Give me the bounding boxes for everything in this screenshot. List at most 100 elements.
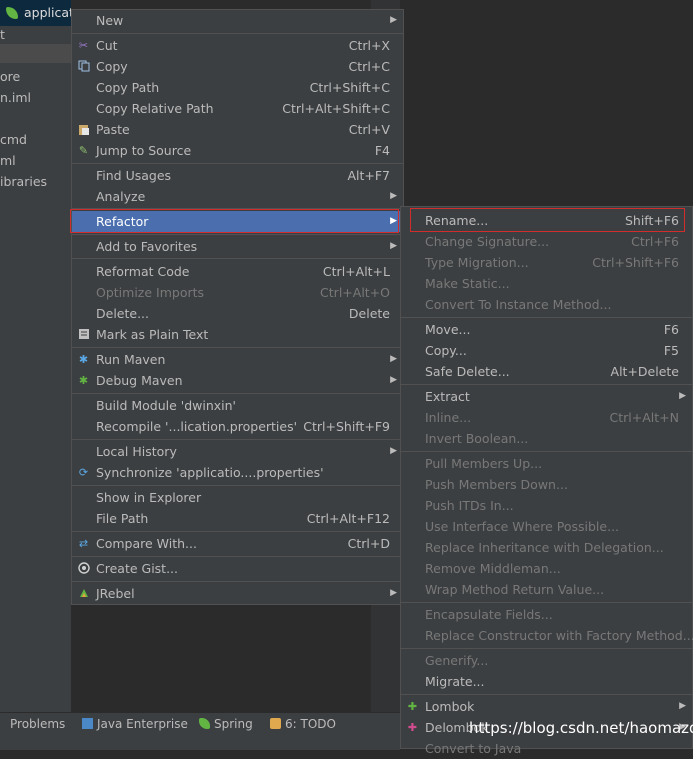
menu-item-mark-as-plain-text[interactable]: Mark as Plain Text: [72, 324, 403, 345]
menu-item-create-gist[interactable]: Create Gist...: [72, 558, 403, 579]
menu-item-remove-middleman[interactable]: Remove Middleman...: [401, 558, 692, 579]
menu-item-find-usages[interactable]: Find Usages Alt+F7: [72, 165, 403, 186]
edit-icon: ✎: [78, 144, 89, 157]
menu-item-shortcut: Ctrl+D: [347, 536, 390, 551]
menu-item-copy-path[interactable]: Copy Path Ctrl+Shift+C: [72, 77, 403, 98]
menu-item-label: Analyze: [96, 189, 146, 204]
menu-item-copy[interactable]: Copy Ctrl+C: [72, 56, 403, 77]
menu-item-label: Migrate...: [425, 674, 485, 689]
menu-item-file-path[interactable]: File Path Ctrl+Alt+F12: [72, 508, 403, 529]
menu-item-label: Use Interface Where Possible...: [425, 519, 620, 534]
menu-separator: [401, 451, 692, 452]
tree-item[interactable]: t: [0, 27, 5, 42]
menu-item-type-migration[interactable]: Type Migration... Ctrl+Shift+F6: [401, 252, 692, 273]
spring-label: Spring: [214, 717, 253, 731]
lombok-icon: ✚: [407, 700, 418, 713]
menu-item-make-static[interactable]: Make Static...: [401, 273, 692, 294]
todo-tab[interactable]: 6: TODO: [270, 717, 336, 731]
submenu-arrow-icon: ▶: [679, 701, 686, 711]
menu-item-label: Compare With...: [96, 536, 197, 551]
menu-separator: [72, 258, 403, 259]
menu-item-generify[interactable]: Generify...: [401, 650, 692, 671]
menu-item-label: Wrap Method Return Value...: [425, 582, 605, 597]
todo-label: 6: TODO: [285, 717, 336, 731]
menu-item-label: Encapsulate Fields...: [425, 607, 553, 622]
menu-item-label: Create Gist...: [96, 561, 179, 576]
menu-item-analyze[interactable]: Analyze ▶: [72, 186, 403, 207]
menu-item-pull-members-up[interactable]: Pull Members Up...: [401, 453, 692, 474]
menu-item-copy-refactor[interactable]: Copy... F5: [401, 340, 692, 361]
menu-item-label: Extract: [425, 389, 470, 404]
tree-item[interactable]: ibraries: [0, 174, 47, 189]
menu-item-shortcut: Ctrl+Alt+F12: [306, 511, 390, 526]
menu-item-run-maven[interactable]: ✱ Run Maven ▶: [72, 349, 403, 370]
watermark-text: https://blog.csdn.net/haomazdi: [469, 719, 693, 737]
menu-item-replace-constructor[interactable]: Replace Constructor with Factory Method.…: [401, 625, 693, 646]
menu-separator: [72, 581, 403, 582]
menu-item-local-history[interactable]: Local History ▶: [72, 441, 403, 462]
menu-item-label: Convert To Instance Method...: [425, 297, 612, 312]
menu-item-replace-inheritance[interactable]: Replace Inheritance with Delegation...: [401, 537, 692, 558]
menu-item-delete[interactable]: Delete... Delete: [72, 303, 403, 324]
menu-item-rename[interactable]: Rename... Shift+F6: [401, 210, 692, 231]
menu-item-label: Find Usages: [96, 168, 172, 183]
menu-item-shortcut: Shift+F6: [624, 213, 679, 228]
menu-item-build-module[interactable]: Build Module 'dwinxin': [72, 395, 403, 416]
menu-item-compare-with[interactable]: ⇄ Compare With... Ctrl+D: [72, 533, 403, 554]
java-enterprise-tab[interactable]: Java Enterprise: [82, 717, 188, 731]
selected-tree-row[interactable]: [0, 44, 71, 63]
menu-item-debug-maven[interactable]: ✱ Debug Maven ▶: [72, 370, 403, 391]
menu-item-move[interactable]: Move... F6: [401, 319, 692, 340]
menu-item-lombok[interactable]: ✚ Lombok ▶: [401, 696, 692, 717]
submenu-arrow-icon: ▶: [390, 216, 397, 226]
github-icon: [77, 562, 90, 575]
menu-item-shortcut: Ctrl+Alt+N: [609, 410, 679, 425]
sync-icon: ⟳: [78, 466, 89, 479]
menu-item-change-signature[interactable]: Change Signature... Ctrl+F6: [401, 231, 692, 252]
menu-item-convert-to-instance-method[interactable]: Convert To Instance Method...: [401, 294, 692, 315]
menu-separator: [401, 317, 692, 318]
project-header[interactable]: applicati: [0, 0, 71, 26]
menu-item-label: Remove Middleman...: [425, 561, 561, 576]
menu-item-reformat-code[interactable]: Reformat Code Ctrl+Alt+L: [72, 261, 403, 282]
menu-item-jump-to-source[interactable]: ✎ Jump to Source F4: [72, 140, 403, 161]
tree-item[interactable]: cmd: [0, 132, 27, 147]
menu-item-cut[interactable]: ✂ Cut Ctrl+X: [72, 35, 403, 56]
compare-icon: ⇄: [78, 537, 89, 550]
menu-item-label: New: [96, 13, 124, 28]
menu-item-show-in-explorer[interactable]: Show in Explorer: [72, 487, 403, 508]
menu-item-label: Replace Inheritance with Delegation...: [425, 540, 664, 555]
menu-item-paste[interactable]: Paste Ctrl+V: [72, 119, 403, 140]
menu-item-label: Recompile '...lication.properties': [96, 419, 298, 434]
menu-separator: [72, 393, 403, 394]
menu-item-jrebel[interactable]: JRebel ▶: [72, 583, 403, 604]
menu-item-extract[interactable]: Extract ▶: [401, 386, 692, 407]
tree-item[interactable]: ore: [0, 69, 20, 84]
menu-item-copy-relative-path[interactable]: Copy Relative Path Ctrl+Alt+Shift+C: [72, 98, 403, 119]
menu-item-new[interactable]: New ▶: [72, 10, 403, 31]
menu-item-synchronize[interactable]: ⟳ Synchronize 'applicatio....properties': [72, 462, 403, 483]
problems-tab[interactable]: Problems: [0, 717, 65, 731]
menu-item-push-members-down[interactable]: Push Members Down...: [401, 474, 692, 495]
paste-icon: [77, 123, 90, 136]
menu-item-optimize-imports[interactable]: Optimize Imports Ctrl+Alt+O: [72, 282, 403, 303]
menu-item-shortcut: Ctrl+F6: [631, 234, 679, 249]
menu-item-add-to-favorites[interactable]: Add to Favorites ▶: [72, 236, 403, 257]
menu-item-push-itds-in[interactable]: Push ITDs In...: [401, 495, 692, 516]
menu-item-safe-delete[interactable]: Safe Delete... Alt+Delete: [401, 361, 692, 382]
menu-item-invert-boolean[interactable]: Invert Boolean...: [401, 428, 692, 449]
submenu-arrow-icon: ▶: [390, 15, 397, 25]
menu-item-recompile[interactable]: Recompile '...lication.properties' Ctrl+S…: [72, 416, 403, 437]
menu-item-encapsulate-fields[interactable]: Encapsulate Fields...: [401, 604, 692, 625]
menu-item-wrap-method-return[interactable]: Wrap Method Return Value...: [401, 579, 692, 600]
spring-icon: [199, 718, 210, 729]
menu-item-inline[interactable]: Inline... Ctrl+Alt+N: [401, 407, 692, 428]
menu-item-use-interface[interactable]: Use Interface Where Possible...: [401, 516, 692, 537]
tree-item[interactable]: n.iml: [0, 90, 31, 105]
tree-item[interactable]: ml: [0, 153, 16, 168]
spring-tab[interactable]: Spring: [199, 717, 253, 731]
menu-item-refactor[interactable]: Refactor ▶: [72, 211, 403, 232]
maven-run-icon: ✱: [78, 353, 89, 366]
menu-item-migrate[interactable]: Migrate...: [401, 671, 692, 692]
project-header-label: applicati: [24, 5, 71, 20]
